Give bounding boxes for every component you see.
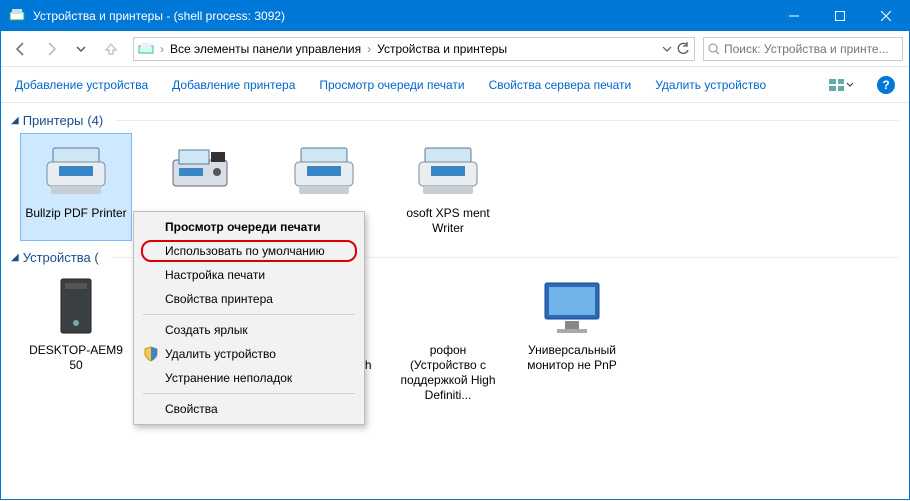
add-device-button[interactable]: Добавление устройства (15, 78, 148, 92)
add-printer-button[interactable]: Добавление принтера (172, 78, 295, 92)
group-header-printers[interactable]: ◢ Принтеры (4) (11, 113, 899, 128)
forward-button[interactable] (37, 35, 65, 63)
context-menu: Просмотр очереди печати Использовать по … (133, 211, 365, 425)
maximize-button[interactable] (817, 1, 863, 31)
command-bar: Добавление устройства Добавление принтер… (1, 67, 909, 103)
address-bar[interactable]: › Все элементы панели управления › Устро… (133, 37, 695, 61)
view-options-button[interactable] (829, 73, 853, 97)
ctx-set-default[interactable]: Использовать по умолчанию (137, 239, 361, 263)
item-label: osoft XPS ment Writer (397, 206, 499, 236)
ctx-view-queue[interactable]: Просмотр очереди печати (137, 215, 361, 239)
minimize-button[interactable] (771, 1, 817, 31)
ctx-print-prefs[interactable]: Настройка печати (137, 263, 361, 287)
view-queue-button[interactable]: Просмотр очереди печати (319, 78, 464, 92)
devices-icon (138, 41, 154, 57)
help-button[interactable]: ? (877, 76, 895, 94)
item-label: Bullzip PDF Printer (25, 206, 126, 236)
separator (143, 314, 355, 315)
app-icon (9, 8, 25, 24)
shield-icon (143, 346, 159, 362)
ctx-printer-props[interactable]: Свойства принтера (137, 287, 361, 311)
printer-icon (284, 138, 364, 202)
group-title: Устройства ( (23, 250, 99, 265)
titlebar: Устройства и принтеры - (shell process: … (1, 1, 909, 31)
device-item[interactable]: рофон (Устройство с поддержкой High Defi… (393, 271, 503, 407)
device-icon (408, 275, 488, 339)
chevron-down-icon: ◢ (11, 115, 19, 126)
item-label: Универсальный монитор не PnP (521, 343, 623, 373)
search-box[interactable] (703, 37, 903, 61)
printer-item[interactable]: Bullzip PDF Printer (21, 134, 131, 240)
computer-icon (36, 275, 116, 339)
remove-device-button[interactable]: Удалить устройство (655, 78, 766, 92)
group-title: Принтеры (23, 113, 84, 128)
breadcrumb-root[interactable]: Все элементы панели управления (170, 42, 361, 56)
item-label: DESKTOP-AEM9 50 (25, 343, 127, 373)
fax-icon (160, 138, 240, 202)
ctx-properties[interactable]: Свойства (137, 397, 361, 421)
window-title: Устройства и принтеры - (shell process: … (33, 9, 771, 23)
ctx-create-shortcut[interactable]: Создать ярлык (137, 318, 361, 342)
content-area: ◢ Принтеры (4) Bullzip PDF Printer (1, 103, 909, 501)
ctx-troubleshoot[interactable]: Устранение неполадок (137, 366, 361, 390)
printer-icon (408, 138, 488, 202)
ctx-remove-device[interactable]: Удалить устройство (137, 342, 361, 366)
breadcrumb-current[interactable]: Устройства и принтеры (377, 42, 507, 56)
search-input[interactable] (724, 42, 898, 56)
up-button[interactable] (97, 35, 125, 63)
close-button[interactable] (863, 1, 909, 31)
ctx-label: Удалить устройство (165, 347, 276, 361)
monitor-icon (532, 275, 612, 339)
chevron-down-icon[interactable] (662, 44, 672, 54)
printer-icon (36, 138, 116, 202)
search-icon (708, 43, 720, 55)
group-count: (4) (87, 113, 103, 128)
recent-locations-button[interactable] (67, 35, 95, 63)
chevron-down-icon: ◢ (11, 252, 19, 263)
separator (143, 393, 355, 394)
device-item[interactable]: DESKTOP-AEM9 50 (21, 271, 131, 407)
server-props-button[interactable]: Свойства сервера печати (489, 78, 632, 92)
chevron-right-icon: › (367, 42, 371, 56)
item-label: рофон (Устройство с поддержкой High Defi… (397, 343, 499, 403)
device-item[interactable]: Универсальный монитор не PnP (517, 271, 627, 407)
back-button[interactable] (7, 35, 35, 63)
refresh-icon[interactable] (676, 42, 690, 56)
printer-item[interactable]: osoft XPS ment Writer (393, 134, 503, 240)
chevron-right-icon: › (160, 42, 164, 56)
navbar: › Все элементы панели управления › Устро… (1, 31, 909, 67)
